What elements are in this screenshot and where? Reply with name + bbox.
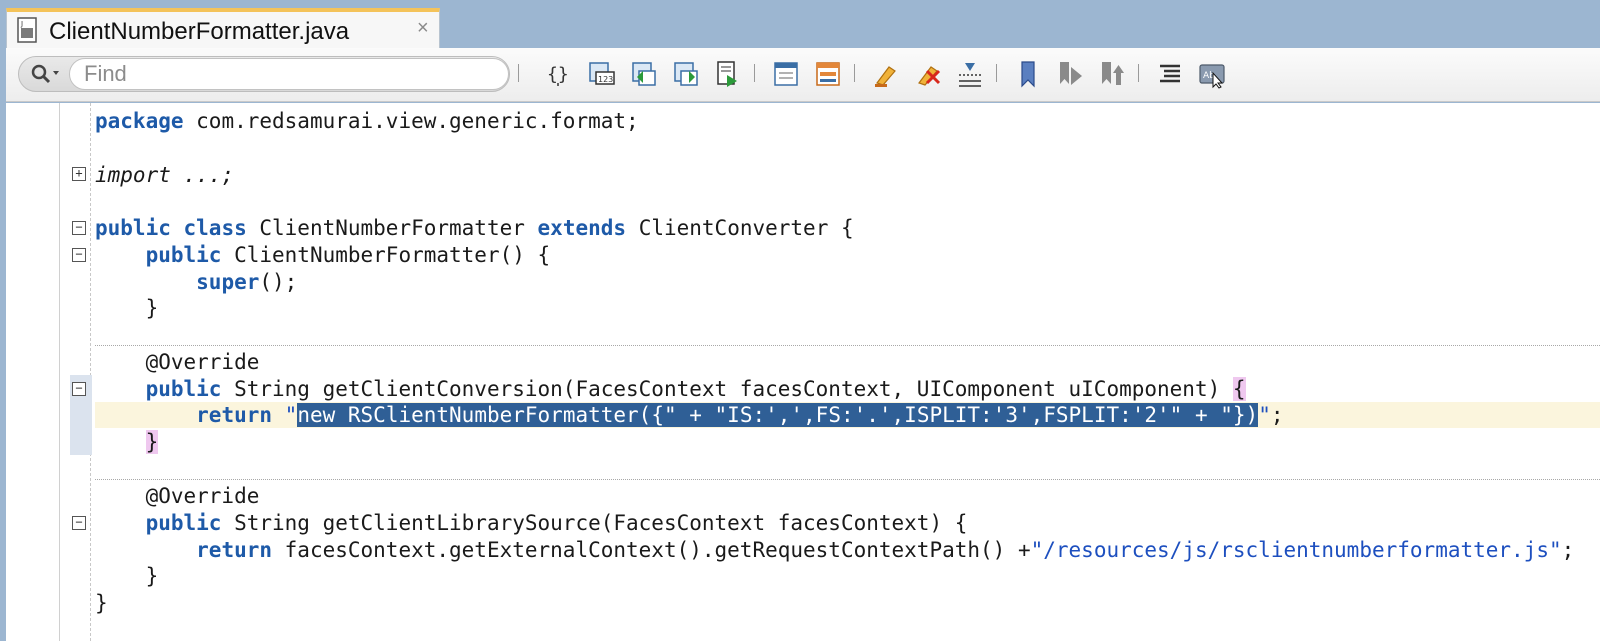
code-line: public class ClientNumberFormatter exten… [95, 216, 854, 240]
code-line: import ...; [95, 163, 235, 187]
svg-text:J: J [20, 20, 23, 28]
method-separator [95, 479, 1600, 480]
goto-line-icon[interactable] [712, 58, 744, 90]
fold-guide [90, 103, 91, 641]
method-separator [95, 345, 1600, 346]
svg-text:123: 123 [598, 75, 613, 84]
code-line: } [145, 296, 159, 320]
toolbar-separator [518, 64, 519, 82]
collapse-icon[interactable]: − [72, 382, 86, 396]
code-line: super(); [196, 270, 298, 294]
split-panel-icon[interactable] [812, 58, 844, 90]
collapse-icon[interactable]: − [72, 248, 86, 262]
next-occurrence-icon[interactable] [670, 58, 702, 90]
previous-occurrence-icon[interactable] [628, 58, 660, 90]
code-line: @Override [145, 484, 260, 508]
collapse-icon[interactable]: − [72, 516, 86, 530]
highlight-icon[interactable] [870, 58, 902, 90]
code-line: public String getClientConversion(FacesC… [145, 377, 1246, 401]
find-box [18, 56, 510, 92]
goto-source-icon[interactable] [954, 58, 986, 90]
collapse-icon[interactable]: − [72, 221, 86, 235]
previous-bookmark-icon[interactable] [1096, 58, 1128, 90]
code-line: } [145, 564, 159, 588]
code-line: public String getClientLibrarySource(Fac… [145, 511, 968, 535]
selected-text: new RSClientNumberFormatter({" + "IS:','… [297, 403, 1259, 427]
code-line: return facesContext.getExternalContext()… [196, 538, 1575, 562]
find-usages-icon[interactable]: 123 [586, 58, 618, 90]
editor-tab[interactable]: J ClientNumberFormatter.java × [6, 8, 440, 48]
code-line: package com.redsamurai.view.generic.form… [95, 109, 639, 133]
close-icon[interactable]: × [417, 17, 429, 40]
tab-title: ClientNumberFormatter.java [49, 18, 350, 45]
java-file-icon: J [15, 16, 41, 44]
toggle-panel-icon[interactable] [770, 58, 802, 90]
outline-icon[interactable] [1154, 58, 1186, 90]
search-icon[interactable] [29, 62, 65, 86]
shortcut-icon[interactable]: Ab [1196, 58, 1228, 90]
bookmark-icon[interactable] [1012, 58, 1044, 90]
current-code-line: return "new RSClientNumberFormatter({" +… [95, 402, 1600, 428]
code-line: } [95, 591, 108, 615]
toolbar-separator [754, 64, 755, 82]
code-line: @Override [145, 350, 260, 374]
next-bookmark-icon[interactable] [1054, 58, 1086, 90]
toolbar-separator [996, 64, 997, 82]
toolbar-separator [854, 64, 855, 82]
editor-tab-strip: J ClientNumberFormatter.java × [0, 0, 1600, 48]
toolbar-separator [1138, 64, 1139, 82]
code-editor[interactable]: + − − − − package com.redsamurai.view.ge… [6, 103, 1600, 641]
expand-icon[interactable]: + [72, 167, 86, 181]
editor-toolbar: {} 123 Ab [6, 48, 1600, 102]
code-line: } [145, 430, 159, 454]
select-block-icon[interactable]: {} [544, 58, 576, 90]
svg-text:{}: {} [547, 64, 569, 85]
line-gutter [6, 103, 60, 641]
find-input[interactable] [69, 58, 509, 90]
code-line: public ClientNumberFormatter() { [145, 243, 551, 267]
clear-highlight-icon[interactable] [912, 58, 944, 90]
